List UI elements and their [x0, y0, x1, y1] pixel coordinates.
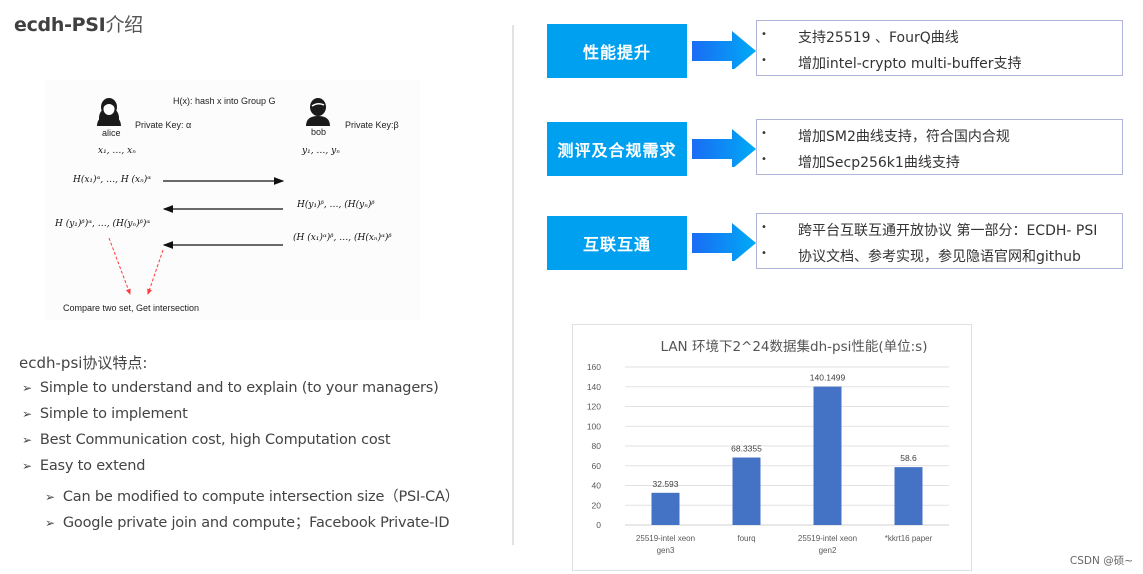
y-tick-label: 80 — [592, 441, 602, 451]
bar-2 — [732, 457, 761, 525]
feature-item: ➢ Can be modified to compute intersection… — [45, 485, 459, 506]
feature-text: Google private join and compute；Facebook… — [62, 515, 450, 531]
hash-definition: H(x): hash x into Group G — [173, 96, 276, 106]
data-label: 32.593 — [653, 479, 679, 489]
data-label: 58.6 — [900, 453, 917, 463]
chart-frame: LAN 环境下2^24数据集dh-psi性能(单位:s) 0 20 40 60 80 100… — [572, 324, 972, 571]
protocol-diagram: H(x): hash x into Group G alice Private … — [45, 80, 420, 320]
bar-chart: LAN 环境下2^24数据集dh-psi性能(单位:s) 0 20 40 60 80 100… — [587, 339, 949, 555]
feature-text: Easy to extend — [39, 458, 146, 474]
x-tick-label: gen2 — [819, 546, 837, 555]
compare-caption: Compare two set, Get intersection — [63, 303, 200, 313]
arrow-bullet-icon: ➢ — [22, 459, 32, 473]
category-tag: 性能提升 — [547, 24, 687, 78]
y-tick-label: 60 — [592, 461, 602, 471]
detail-text: 跨平台互联互通开放协议 第一部分：ECDH- PSI — [798, 223, 1098, 239]
bullet-icon: • — [761, 222, 767, 233]
arrow-bullet-icon: ➢ — [45, 516, 55, 530]
bullet-icon: • — [761, 128, 767, 139]
dashed-compare-line-left — [108, 237, 131, 295]
bar-4 — [894, 467, 923, 525]
bar-1 — [651, 492, 680, 525]
y-tick-label: 160 — [587, 362, 601, 372]
alice-name: alice — [102, 128, 121, 138]
features-title: ecdh-psi协议特点: — [19, 354, 148, 372]
bob-private-key: Private Key:β — [345, 120, 399, 130]
category-tag: 测评及合规需求 — [547, 122, 687, 176]
x-tick-label: 25519-intel xeon — [636, 534, 695, 543]
data-label: 68.3355 — [731, 444, 762, 454]
x-tick-label: gen3 — [657, 546, 675, 555]
detail-text: 增加intel-crypto multi-buffer支持 — [798, 56, 1022, 72]
feature-item: ➢ Google private join and compute；Faceboo… — [45, 511, 450, 532]
message-1: H(x₁)ᵅ, …, H (xₙ)ᵅ — [73, 175, 152, 185]
alice-computation: H (y₁)ᵝ)ᵅ, …, (H(yₙ)ᵝ)ᵅ — [55, 219, 151, 229]
detail-box: • 增加SM2曲线支持，符合国内合规 • 增加Secp256k1曲线支持 — [756, 119, 1123, 175]
bar-3 — [813, 386, 842, 525]
arrow-bullet-icon: ➢ — [22, 433, 32, 447]
alice-avatar-icon — [97, 98, 121, 126]
x-tick-label: 25519-intel xeon — [798, 534, 857, 543]
y-tick-label: 20 — [592, 500, 602, 510]
feature-item: ➢ Simple to understand and to explain (to… — [22, 380, 439, 396]
message-2: H(y₁)ᵝ, …, (H(yₙ)ᵝ — [297, 200, 375, 210]
detail-box: • 跨平台互联互通开放协议 第一部分：ECDH- PSI • 协议文档、参考实现，参见… — [756, 213, 1123, 269]
feature-text: Simple to understand and to explain (to … — [39, 380, 439, 396]
x-tick-label: *kkrt16 paper — [885, 534, 933, 543]
detail-text: 增加SM2曲线支持，符合国内合规 — [798, 129, 1010, 145]
title-latin: ecdh-PSI — [14, 14, 106, 36]
chart-title: LAN 环境下2^24数据集dh-psi性能(单位:s) — [660, 339, 927, 355]
feature-text: Best Communication cost, high Computatio… — [39, 432, 391, 448]
y-tick-label: 0 — [596, 520, 601, 530]
bullet-icon: • — [761, 154, 767, 165]
feature-item: ➢ Easy to extend — [22, 458, 145, 474]
alice-private-key: Private Key: α — [135, 120, 192, 130]
bob-name: bob — [311, 127, 327, 137]
right-arrow-icon — [692, 129, 756, 167]
feature-text: Can be modified to compute intersection … — [62, 489, 460, 505]
category-tag: 互联互通 — [547, 216, 687, 270]
right-arrow-icon — [692, 223, 756, 261]
arrow-bullet-icon: ➢ — [22, 407, 32, 421]
feature-item: ➢ Simple to implement — [22, 406, 188, 422]
y-tick-label: 140 — [587, 382, 601, 392]
title-cn: 介绍 — [105, 14, 143, 36]
bullet-icon: • — [761, 55, 767, 66]
bob-set: y₁, …, yₙ — [302, 146, 340, 156]
detail-text: 支持25519 、FourQ曲线 — [798, 30, 959, 46]
arrow-bullet-icon: ➢ — [45, 490, 55, 504]
bullet-icon: • — [761, 29, 767, 40]
y-tick-label: 120 — [587, 402, 601, 412]
message-3: (H (x₁)ᵅ)ᵝ, …, (H(xₙ)ᵅ)ᵝ — [293, 233, 392, 243]
dashed-compare-line-right — [147, 249, 164, 295]
right-arrow-icon — [692, 31, 756, 69]
detail-text: 协议文档、参考实现，参见隐语官网和github — [798, 249, 1081, 265]
page-title: ecdh-PSI介绍 — [14, 10, 143, 37]
data-label: 140.1499 — [810, 373, 846, 383]
watermark: CSDN @硕~ — [1069, 555, 1133, 567]
bob-avatar-icon — [306, 98, 330, 126]
vertical-divider — [512, 25, 514, 545]
y-tick-label: 40 — [592, 481, 602, 491]
x-tick-label: fourq — [737, 534, 755, 543]
detail-box: • 支持25519 、FourQ曲线 • 增加intel-crypto multi-b… — [756, 20, 1123, 76]
arrow-bullet-icon: ➢ — [22, 381, 32, 395]
alice-set: x₁, …, xₙ — [98, 146, 136, 156]
bullet-icon: • — [761, 248, 767, 259]
detail-text: 增加Secp256k1曲线支持 — [798, 155, 960, 171]
feature-item: ➢ Best Communication cost, high Computati… — [22, 432, 391, 448]
y-tick-label: 100 — [587, 421, 601, 431]
feature-text: Simple to implement — [39, 406, 188, 422]
